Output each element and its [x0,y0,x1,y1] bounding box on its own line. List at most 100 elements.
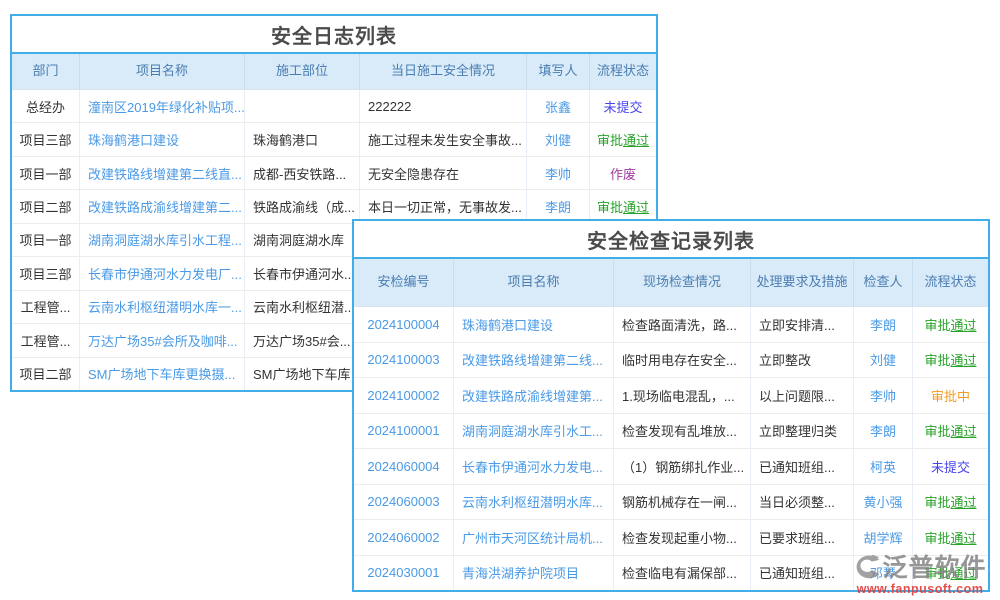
safety-inspection-table-row: 2024060004长春市伊通河水力发电...（1）钢筋绑扎作业...已通知班组… [354,449,988,485]
safety-inspection-table-row: 2024100002改建铁路成渝线增建第...1.现场临电混乱，...以上问题限… [354,378,988,414]
safety-inspection-table-row: 2024100004珠海鹤港口建设检查路面清洗，路...立即安排清...李朗审批… [354,307,988,343]
log-col-header-site: 施工部位 [245,54,360,89]
t1-cell-status[interactable]: 审批通过 [590,190,656,222]
insp-col-header-inspector: 检查人 [854,259,913,306]
t1-cell-site: 长春市伊通河水... [245,257,360,289]
t1-cell-project[interactable]: 湖南洞庭湖水库引水工程... [80,224,245,256]
t2-cell-inspection: 1.现场临电混乱，... [614,378,751,413]
t1-cell-site [245,90,360,122]
t2-cell-inspector[interactable]: 刘健 [854,343,913,378]
t1-cell-project[interactable]: 万达广场35#会所及咖啡... [80,324,245,356]
t1-cell-dept: 工程管... [12,291,80,323]
t1-cell-dept: 项目一部 [12,157,80,189]
safety-inspection-rows: 2024100004珠海鹤港口建设检查路面清洗，路...立即安排清...李朗审批… [354,307,988,590]
t2-cell-inspector[interactable]: 李朗 [854,307,913,342]
t1-cell-project[interactable]: 珠海鹤港口建设 [80,123,245,155]
t2-cell-measure: 立即整理归类 [751,414,854,449]
t1-cell-writer[interactable]: 李帅 [527,157,590,189]
t2-cell-inspection: 检查路面清洗，路... [614,307,751,342]
t1-cell-situation: 无安全隐患存在 [360,157,527,189]
t1-cell-dept: 项目三部 [12,123,80,155]
t2-cell-inspector[interactable]: 李朗 [854,414,913,449]
t2-cell-id[interactable]: 2024100003 [354,343,454,378]
t1-cell-status: 未提交 [590,90,656,122]
t2-cell-project[interactable]: 湖南洞庭湖水库引水工... [454,414,614,449]
t1-cell-project[interactable]: 潼南区2019年绿化补贴项... [80,90,245,122]
t2-cell-inspector[interactable]: 邓琴 [854,556,913,591]
t2-cell-project[interactable]: 青海洪湖养护院项目 [454,556,614,591]
t1-cell-dept: 总经办 [12,90,80,122]
safety-inspection-table-row: 2024030001青海洪湖养护院项目检查临电有漏保部...已通知班组...邓琴… [354,556,988,591]
t2-cell-id[interactable]: 2024100002 [354,378,454,413]
safety-log-table-row: 项目三部珠海鹤港口建设珠海鹤港口施工过程未发生安全事故...刘健审批通过 [12,123,656,156]
t2-cell-status[interactable]: 审批通过 [913,343,988,378]
t2-cell-measure: 已通知班组... [751,556,854,591]
safety-inspection-table-row: 2024100003改建铁路线增建第二线...临时用电存在安全...立即整改刘健… [354,343,988,379]
safety-inspection-table-row: 2024100001湖南洞庭湖水库引水工...检查发现有乱堆放...立即整理归类… [354,414,988,450]
t1-cell-site: SM广场地下车库 [245,358,360,390]
t2-cell-id[interactable]: 2024060003 [354,485,454,520]
t1-cell-writer[interactable]: 张鑫 [527,90,590,122]
safety-log-table-row: 总经办潼南区2019年绿化补贴项...222222张鑫未提交 [12,90,656,123]
t1-cell-project[interactable]: SM广场地下车库更换摄... [80,358,245,390]
t2-cell-id[interactable]: 2024060002 [354,520,454,555]
t2-cell-project[interactable]: 改建铁路线增建第二线... [454,343,614,378]
t1-cell-writer[interactable]: 刘健 [527,123,590,155]
safety-log-table-row: 项目一部改建铁路线增建第二线直...成都-西安铁路...无安全隐患存在李帅作废 [12,157,656,190]
t2-cell-inspection: 检查发现有乱堆放... [614,414,751,449]
t2-cell-inspection: 检查临电有漏保部... [614,556,751,591]
t1-cell-situation: 施工过程未发生安全事故... [360,123,527,155]
t2-cell-inspector[interactable]: 黄小强 [854,485,913,520]
t2-cell-id[interactable]: 2024060004 [354,449,454,484]
t2-cell-project[interactable]: 云南水利枢纽潜明水库... [454,485,614,520]
insp-col-header-status: 流程状态 [913,259,988,306]
safety-log-title: 安全日志列表 [12,16,656,54]
t1-cell-site: 成都-西安铁路... [245,157,360,189]
log-col-header-status: 流程状态 [590,54,656,89]
insp-col-header-project: 项目名称 [454,259,614,306]
t2-cell-status: 未提交 [913,449,988,484]
t1-cell-writer[interactable]: 李朗 [527,190,590,222]
t1-cell-project[interactable]: 长春市伊通河水力发电厂... [80,257,245,289]
t2-cell-inspector[interactable]: 柯英 [854,449,913,484]
safety-inspection-header-row: 安检编号 项目名称 现场检查情况 处理要求及措施 检查人 流程状态 [354,259,988,307]
t2-cell-status[interactable]: 审批通过 [913,485,988,520]
t2-cell-inspector[interactable]: 胡学辉 [854,520,913,555]
t2-cell-project[interactable]: 长春市伊通河水力发电... [454,449,614,484]
insp-col-header-inspection: 现场检查情况 [614,259,751,306]
log-col-header-writer: 填写人 [527,54,590,89]
t1-cell-dept: 项目二部 [12,358,80,390]
t1-cell-dept: 项目一部 [12,224,80,256]
t1-cell-site: 万达广场35#会... [245,324,360,356]
t2-cell-measure: 当日必须整... [751,485,854,520]
t2-cell-measure: 以上问题限... [751,378,854,413]
t1-cell-dept: 工程管... [12,324,80,356]
t2-cell-id[interactable]: 2024030001 [354,556,454,591]
safety-inspection-title: 安全检查记录列表 [354,221,988,259]
t1-cell-status[interactable]: 审批通过 [590,123,656,155]
t2-cell-inspection: （1）钢筋绑扎作业... [614,449,751,484]
t2-cell-status[interactable]: 审批通过 [913,556,988,591]
t2-cell-project[interactable]: 改建铁路成渝线增建第... [454,378,614,413]
t2-cell-project[interactable]: 珠海鹤港口建设 [454,307,614,342]
t2-cell-id[interactable]: 2024100001 [354,414,454,449]
t2-cell-measure: 已通知班组... [751,449,854,484]
t1-cell-site: 云南水利枢纽潜... [245,291,360,323]
t1-cell-project[interactable]: 改建铁路成渝线增建第二... [80,190,245,222]
safety-inspection-table-row: 2024060002广州市天河区统计局机...检查发现起重小物...已要求班组.… [354,520,988,556]
t2-cell-inspection: 检查发现起重小物... [614,520,751,555]
t2-cell-id[interactable]: 2024100004 [354,307,454,342]
t1-cell-status: 作废 [590,157,656,189]
t2-cell-project[interactable]: 广州市天河区统计局机... [454,520,614,555]
insp-col-header-measure: 处理要求及措施 [751,259,854,306]
t1-cell-project[interactable]: 改建铁路线增建第二线直... [80,157,245,189]
t2-cell-status[interactable]: 审批通过 [913,307,988,342]
log-col-header-situation: 当日施工安全情况 [360,54,527,89]
t2-cell-measure: 立即整改 [751,343,854,378]
t2-cell-inspector[interactable]: 李帅 [854,378,913,413]
t2-cell-status[interactable]: 审批通过 [913,520,988,555]
t1-cell-project[interactable]: 云南水利枢纽潜明水库一... [80,291,245,323]
t2-cell-measure: 立即安排清... [751,307,854,342]
t2-cell-inspection: 临时用电存在安全... [614,343,751,378]
t2-cell-status[interactable]: 审批通过 [913,414,988,449]
